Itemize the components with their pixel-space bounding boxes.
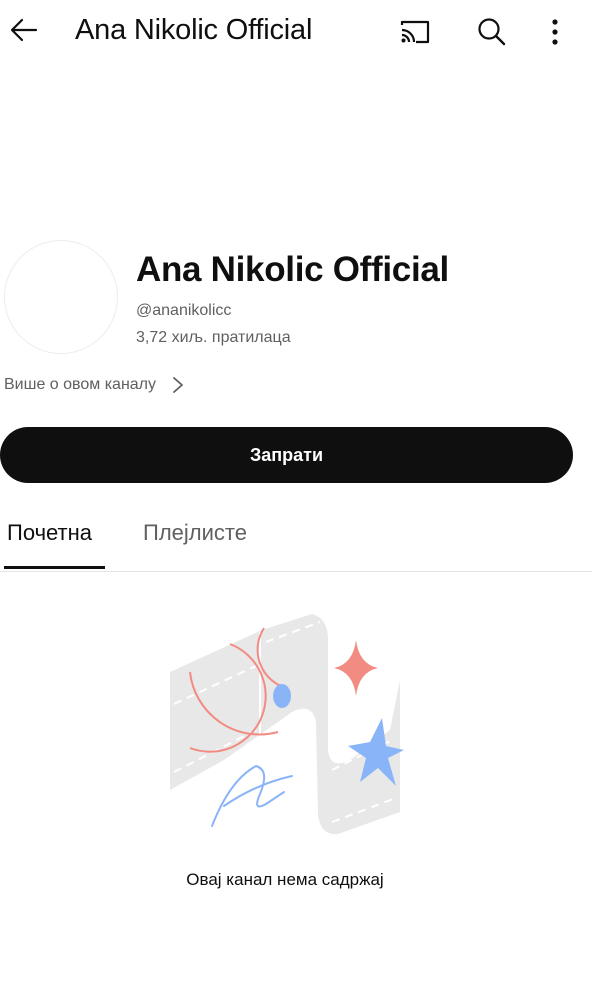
top-app-bar: Ana Nikolic Official — [0, 0, 592, 64]
search-icon[interactable] — [474, 14, 510, 50]
subscriber-count: 3,72 хиљ. пратилаца — [136, 329, 291, 346]
back-arrow-icon[interactable] — [6, 12, 42, 48]
about-channel-label: Више о овом каналу — [4, 376, 157, 393]
subscribe-button[interactable]: Запрати — [0, 427, 573, 483]
channel-avatar[interactable] — [4, 240, 118, 354]
cast-icon[interactable] — [396, 14, 434, 50]
active-tab-indicator — [4, 566, 105, 569]
chevron-right-icon — [173, 377, 183, 393]
channel-handle: @ananikolicc — [136, 302, 232, 319]
tab-playlists[interactable]: Плејлисте — [143, 520, 247, 546]
empty-channel-illustration — [170, 614, 404, 835]
empty-state-message: Овај канал нема садржај — [186, 870, 384, 889]
channel-tabs: Почетна Плејлисте — [0, 510, 592, 572]
page-title: Ana Nikolic Official — [75, 14, 313, 46]
channel-name: Ana Nikolic Official — [136, 250, 449, 289]
tab-home[interactable]: Почетна — [7, 520, 92, 546]
about-channel-link[interactable]: Више о овом каналу — [4, 372, 186, 398]
more-vert-icon[interactable] — [540, 14, 570, 50]
